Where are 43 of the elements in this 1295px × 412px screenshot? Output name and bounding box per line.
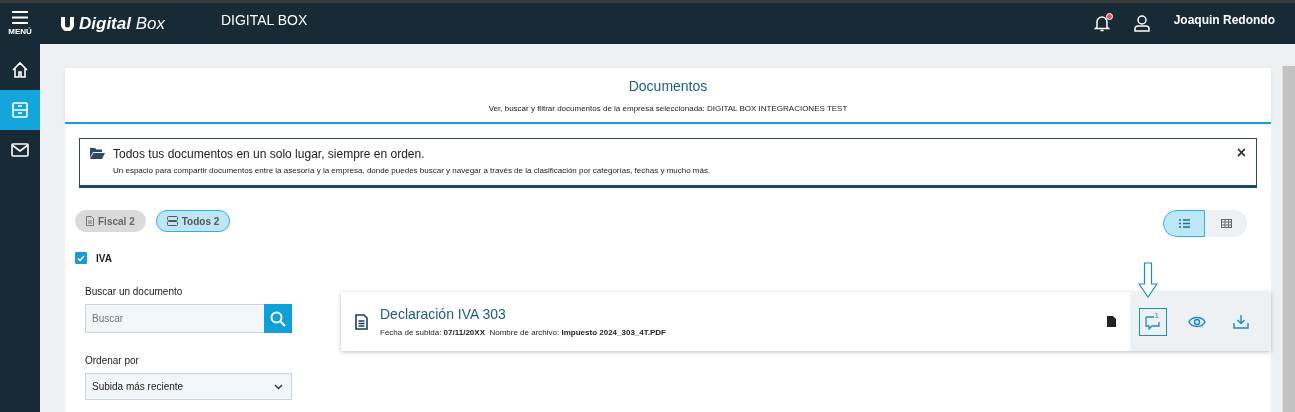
search-field[interactable]: Buscar — [85, 304, 264, 333]
close-button[interactable]: × — [1236, 147, 1246, 159]
document-title[interactable]: Declaración IVA 303 — [380, 306, 1107, 322]
sort-label: Ordenar por — [85, 355, 140, 366]
list-icon — [1178, 219, 1190, 228]
banner-title: Todos tus documentos en un solo lugar, siempre en orden. — [113, 147, 426, 161]
chevron-icon — [274, 383, 283, 390]
drawer-icon — [11, 101, 29, 119]
document-meta: Fecha de subida: 07/11/20XX Nombre de archivo: Impuesto 2024_303_4T.PDF — [380, 328, 667, 337]
logo-text: Digital Box — [79, 13, 165, 34]
user-icon[interactable] — [1133, 15, 1150, 32]
view-toggle[interactable] — [1163, 210, 1205, 237]
comments-button[interactable]: 1 — [1139, 307, 1167, 336]
search-label: Buscar un documento — [85, 286, 184, 297]
scrollbar[interactable] — [1282, 66, 1295, 412]
folder-icon — [90, 147, 105, 159]
logo-icon — [60, 16, 75, 31]
search-icon — [270, 310, 286, 327]
search-button[interactable] — [264, 304, 292, 333]
document-icon — [355, 313, 368, 330]
eye-icon — [1188, 315, 1206, 328]
bell-icon — [1093, 15, 1110, 32]
page-subtitle: Ver, buscar y filtrar documentos de la empresa seleccionada: DIGITAL BOX INTEGRACIONES TEST — [488, 103, 848, 113]
app-title: DIGITAL BOX — [221, 11, 308, 28]
menu-icon — [12, 11, 28, 24]
document-icon — [86, 216, 94, 226]
file-icon — [1107, 316, 1116, 327]
comment-icon — [1145, 313, 1161, 330]
download-icon — [1233, 314, 1249, 329]
sort-dropdown[interactable]: Subida más reciente — [85, 373, 292, 400]
checkbox[interactable] — [75, 252, 87, 264]
page-title: Documentos — [628, 77, 708, 94]
grid-icon — [1220, 219, 1232, 228]
notifications-button[interactable] — [1093, 15, 1110, 32]
mail-icon — [11, 143, 29, 157]
user-name: Joaquin Redondo — [1173, 12, 1275, 27]
banner-text: Un espacio para compartir documentos entre la asesoría y la empresa, donde puedes buscar y navegar a través de la clasificación por categorías, fechas y mucho más. — [113, 166, 712, 175]
stack-icon — [166, 216, 178, 226]
category-chip[interactable]: Todos 2 — [155, 210, 231, 232]
category-chip[interactable]: Fiscal 2 — [75, 210, 146, 232]
menu-button[interactable]: MENÚ — [0, 11, 40, 36]
checkbox-label: IVA — [96, 252, 112, 264]
home-icon — [11, 61, 29, 79]
